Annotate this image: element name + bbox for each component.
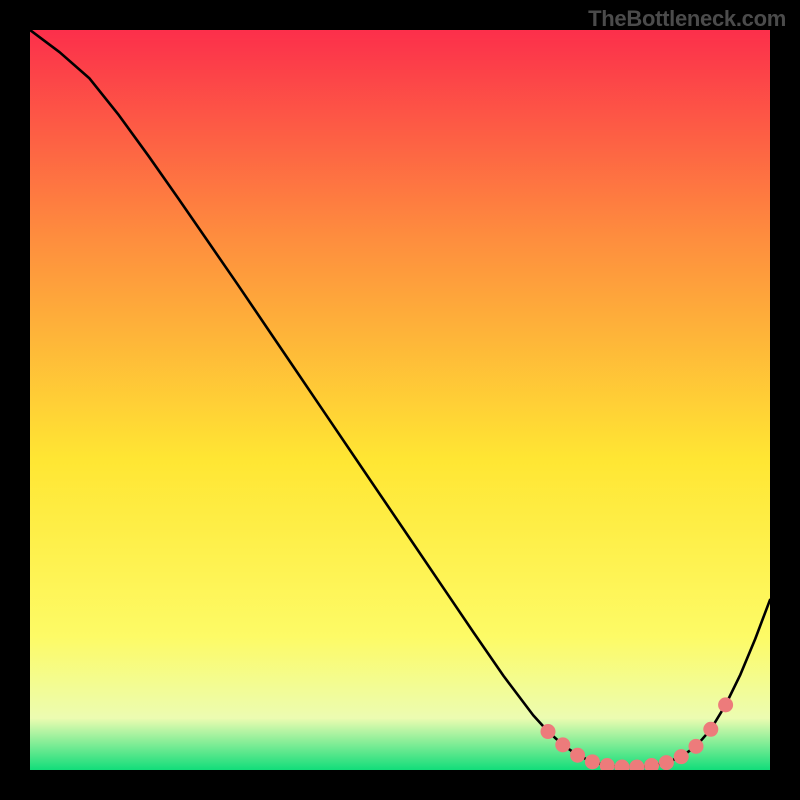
highlight-dot	[585, 754, 600, 769]
chart-frame: TheBottleneck.com	[0, 0, 800, 800]
watermark-text: TheBottleneck.com	[588, 6, 786, 32]
chart-background	[30, 30, 770, 770]
highlight-dot	[703, 722, 718, 737]
highlight-dot	[659, 755, 674, 770]
chart-svg	[30, 30, 770, 770]
chart-plot-area	[30, 30, 770, 770]
highlight-dot	[674, 749, 689, 764]
highlight-dot	[541, 724, 556, 739]
highlight-dot	[570, 748, 585, 763]
highlight-dot	[689, 739, 704, 754]
highlight-dot	[718, 697, 733, 712]
highlight-dot	[555, 737, 570, 752]
